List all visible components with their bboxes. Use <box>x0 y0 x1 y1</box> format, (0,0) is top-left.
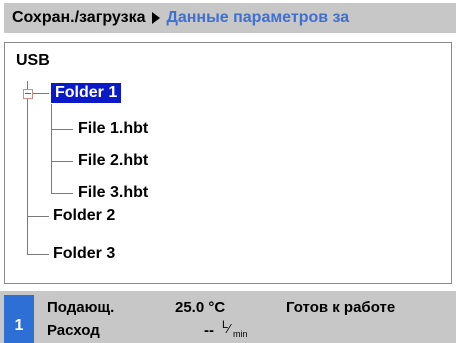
tree-folder-1[interactable]: Folder 1 <box>51 83 122 103</box>
file-tree: USB Folder 1 File 1.hbt File 2.hbt File … <box>4 42 452 284</box>
breadcrumb: Сохран./загрузка Данные параметров за <box>4 3 456 33</box>
tree-line <box>27 81 28 89</box>
breadcrumb-current: Данные параметров за <box>166 9 350 26</box>
flow-unit-bottom: min <box>233 329 248 339</box>
supply-temp-label: Подающ. <box>47 299 115 316</box>
tree-line <box>27 216 49 217</box>
tree-line <box>51 161 73 162</box>
tree-line <box>51 193 73 194</box>
tree-folder-3[interactable]: Folder 3 <box>53 244 115 264</box>
channel-badge: 1 <box>4 295 34 343</box>
tree-line <box>51 129 73 130</box>
tree-file-1[interactable]: File 1.hbt <box>78 119 148 139</box>
tree-line <box>31 93 49 94</box>
collapse-icon[interactable] <box>23 89 33 99</box>
flow-label: Расход <box>47 322 100 339</box>
tree-line <box>27 254 49 255</box>
tree-folder-2[interactable]: Folder 2 <box>53 206 115 226</box>
tree-root-usb[interactable]: USB <box>16 51 50 71</box>
breadcrumb-root[interactable]: Сохран./загрузка <box>4 9 145 27</box>
breadcrumb-arrow-icon <box>152 12 161 24</box>
tree-file-3[interactable]: File 3.hbt <box>78 183 148 203</box>
status-bar: 1 Подающ. 25.0 °C Расход -- L ⁄ min Гото… <box>0 291 456 343</box>
save-load-screen: Сохран./загрузка Данные параметров за US… <box>0 0 456 343</box>
supply-temp-value: 25.0 °C <box>175 299 226 316</box>
flow-unit-slash: ⁄ <box>228 321 231 336</box>
tree-line <box>27 97 28 255</box>
tree-line <box>51 104 52 193</box>
device-state: Готов к работе <box>286 299 396 316</box>
flow-value: -- <box>204 322 214 339</box>
tree-file-2[interactable]: File 2.hbt <box>78 151 148 171</box>
